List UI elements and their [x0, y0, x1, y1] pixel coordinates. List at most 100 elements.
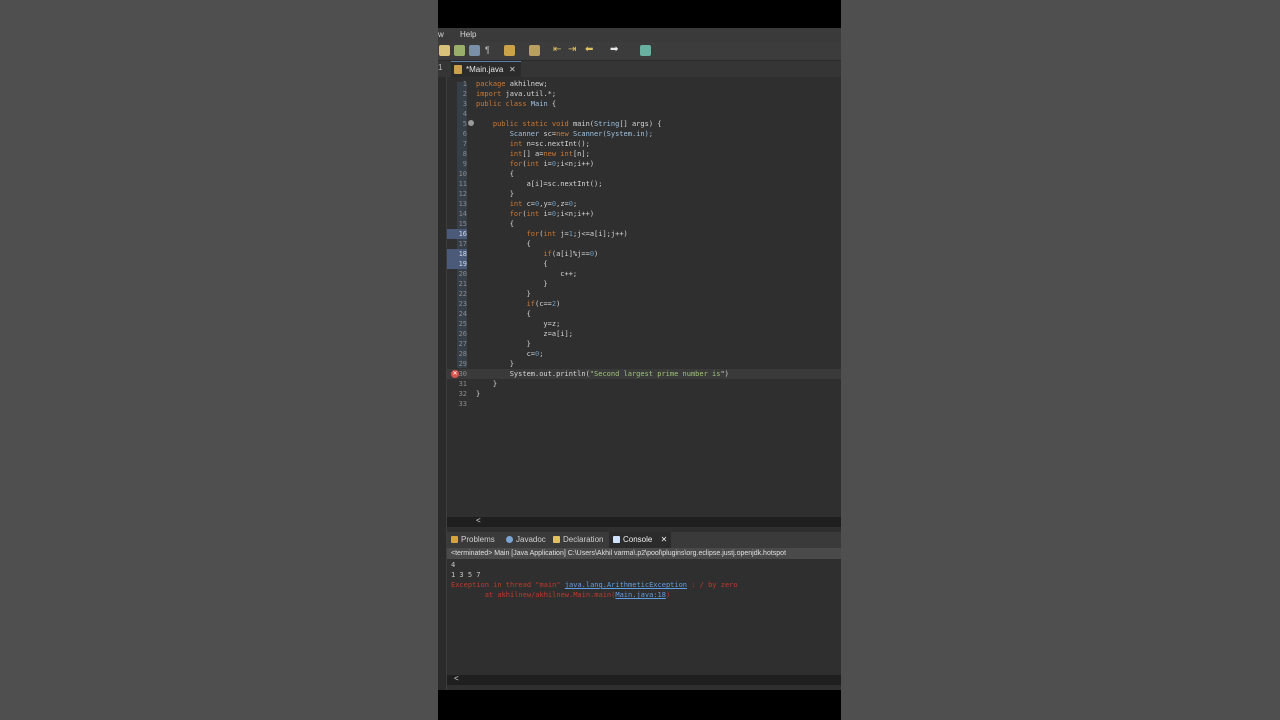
forward-edit-icon[interactable]: ⇥ [568, 44, 576, 56]
tab-javadoc[interactable]: Javadoc [506, 532, 546, 548]
menu-item-window[interactable]: w [438, 30, 444, 39]
code-line[interactable]: 13 int c=0,y=0,z=0; [447, 199, 841, 209]
menu-item-help[interactable]: Help [460, 30, 476, 39]
code-line[interactable]: 1 package akhilnew; [447, 79, 841, 89]
annotation-prev-icon[interactable] [529, 45, 540, 56]
error-marker-icon[interactable]: ✕ [451, 370, 459, 378]
problems-icon [451, 536, 458, 543]
tab-console[interactable]: Console ✕ [609, 532, 672, 548]
code-line[interactable]: 5 public static void main(String[] args)… [447, 119, 841, 129]
annotation-next-icon[interactable] [504, 45, 515, 56]
console-output[interactable]: 4 1 3 5 7 Exception in thread "main" jav… [447, 559, 841, 675]
code-line[interactable]: 16 for(int j=1;j<=a[i];j++) [447, 229, 841, 239]
editor-horizontal-scrollbar[interactable]: < [447, 516, 841, 527]
edit-icon[interactable] [439, 45, 450, 56]
fold-icon[interactable] [468, 120, 474, 126]
code-line[interactable]: 15 { [447, 219, 841, 229]
scroll-left-icon[interactable]: < [454, 674, 459, 683]
last-edit-icon[interactable]: ⇤ [553, 44, 561, 56]
code-token: a[i]=sc.nextInt(); [476, 180, 603, 188]
code-text: { [476, 239, 531, 249]
code-line[interactable]: 8 int[] a=new int[n]; [447, 149, 841, 159]
eclipse-window: w Help ¶ ⇤ ⇥ ⬅ ➡ 1 *Main.java ✕ 1 packag… [438, 28, 841, 690]
code-token: int [526, 210, 544, 218]
code-line[interactable]: 33 [447, 399, 841, 409]
code-text: if(a[i]%j==0) [476, 249, 598, 259]
code-line[interactable]: 21 } [447, 279, 841, 289]
code-token: } [476, 190, 514, 198]
exception-link[interactable]: java.lang.ArithmeticException [565, 581, 687, 589]
code-line[interactable]: 20 c++; [447, 269, 841, 279]
code-token: for [526, 230, 540, 238]
code-line[interactable]: 31 } [447, 379, 841, 389]
code-token: for [509, 160, 523, 168]
code-line[interactable]: 11 a[i]=sc.nextInt(); [447, 179, 841, 189]
code-line[interactable]: 19 { [447, 259, 841, 269]
line-number: 21 [458, 280, 467, 288]
back-arrow-icon[interactable]: ⬅ [585, 44, 593, 56]
code-line[interactable]: 4 [447, 109, 841, 119]
code-text: } [476, 289, 531, 299]
code-line[interactable]: 23 if(c==2) [447, 299, 841, 309]
code-text: z=a[i]; [476, 329, 573, 339]
code-line[interactable]: 9 for(int i=0;i<n;i++) [447, 159, 841, 169]
code-text: } [476, 189, 514, 199]
code-line[interactable]: 25 y=z; [447, 319, 841, 329]
code-token: if [543, 250, 552, 258]
forward-arrow-icon[interactable]: ➡ [610, 44, 618, 56]
code-token: { [476, 220, 514, 228]
code-token: if [526, 300, 536, 308]
code-line[interactable]: 3 public class Main { [447, 99, 841, 109]
code-line[interactable]: 12 } [447, 189, 841, 199]
tab-main-java[interactable]: *Main.java ✕ [451, 61, 521, 78]
tab-problems[interactable]: Problems [451, 532, 495, 548]
code-line[interactable]: 14 for(int i=0;i<n;i++) [447, 209, 841, 219]
code-token: Scanner [509, 130, 540, 138]
close-icon[interactable]: ✕ [509, 62, 516, 77]
code-editor[interactable]: 1 package akhilnew; 2 import java.util.*; 3 p… [447, 77, 841, 517]
code-line[interactable]: 27 } [447, 339, 841, 349]
code-line[interactable]: 6 Scanner sc=new Scanner(System.in); [447, 129, 841, 139]
console-horizontal-scrollbar[interactable]: < [447, 674, 841, 685]
code-line[interactable]: 32} [447, 389, 841, 399]
line-number: 13 [458, 200, 467, 208]
code-token: { [476, 310, 531, 318]
left-pane-marker: 1 [438, 63, 443, 72]
close-icon[interactable]: ✕ [661, 535, 668, 544]
toggle-block-icon[interactable] [469, 45, 480, 56]
code-line[interactable]: 7 int n=sc.nextInt(); [447, 139, 841, 149]
line-number: 7 [462, 140, 467, 148]
code-token: import [476, 90, 506, 98]
stacktrace-link[interactable]: Main.java:18 [615, 591, 666, 599]
code-line[interactable]: 28 c=0; [447, 349, 841, 359]
code-text: public static void main(String[] args) { [476, 119, 662, 129]
code-line[interactable]: 22 } [447, 289, 841, 299]
code-token: ;j<=a[i];j++) [572, 230, 628, 238]
code-text: int c=0,y=0,z=0; [476, 199, 577, 209]
line-number: 9 [462, 160, 467, 168]
code-token: Scanner(System.in); [572, 130, 654, 138]
code-token: ") [720, 370, 729, 378]
code-line[interactable]: 17 { [447, 239, 841, 249]
code-token: } [476, 290, 531, 298]
scroll-left-icon[interactable]: < [476, 516, 481, 525]
code-line[interactable]: 30 ✕ System.out.println("Second largest p… [447, 369, 841, 379]
code-token: "Second largest prime number is [589, 370, 721, 378]
line-number: 12 [458, 190, 467, 198]
code-token: (a[i]%j== [551, 250, 590, 258]
console-status-bar: <terminated> Main [Java Application] C:\… [447, 548, 841, 559]
code-line[interactable]: 2 import java.util.*; [447, 89, 841, 99]
tab-declaration[interactable]: Declaration [553, 532, 603, 548]
line-number: 32 [458, 390, 467, 398]
code-line[interactable]: 26 z=a[i]; [447, 329, 841, 339]
pilcrow-icon[interactable]: ¶ [485, 45, 496, 56]
code-line[interactable]: 24 { [447, 309, 841, 319]
code-line[interactable]: 29 } [447, 359, 841, 369]
open-console-icon[interactable] [640, 45, 651, 56]
code-line[interactable]: 10 { [447, 169, 841, 179]
open-type-icon[interactable] [454, 45, 465, 56]
code-token: } [476, 280, 548, 288]
code-line[interactable]: 18 if(a[i]%j==0) [447, 249, 841, 259]
